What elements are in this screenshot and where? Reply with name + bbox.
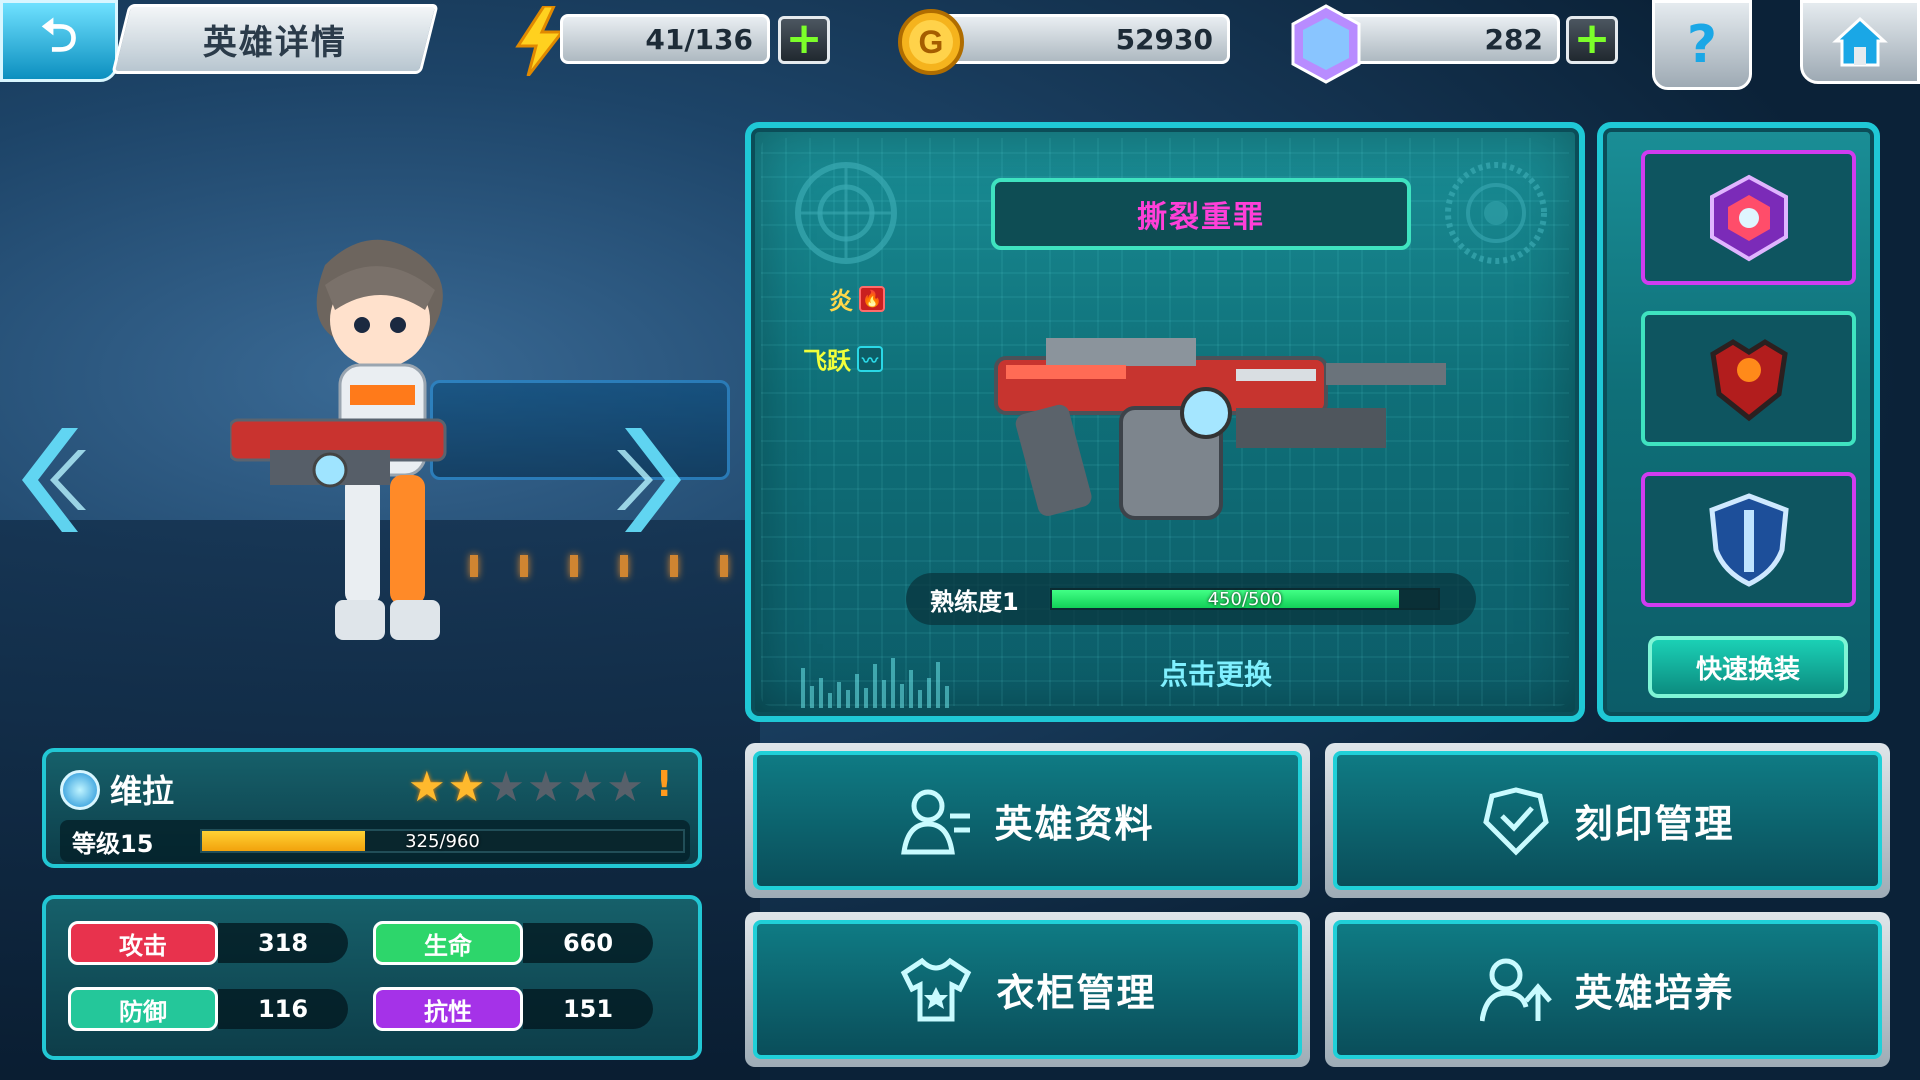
xp-track: 325/960: [200, 829, 685, 853]
stat-resist-label: 抗性: [373, 987, 523, 1031]
proficiency-bar: 熟练度1 450/500: [906, 573, 1476, 625]
element-fire-label: 炎: [829, 287, 853, 315]
star-upgrade-alert-icon[interactable]: !: [656, 764, 672, 805]
quick-equip-label: 快速换装: [1695, 654, 1800, 685]
stat-defense: 防御 116: [68, 987, 348, 1031]
equipment-slot-panel: 快速换装: [1597, 122, 1880, 722]
add-energy-button[interactable]: +: [778, 16, 830, 64]
proficiency-value: 450/500: [1207, 588, 1283, 610]
hero-level-row: 等级15 325/960: [60, 820, 690, 862]
crosshair-icon: [795, 162, 897, 264]
chevron-right-icon: [617, 428, 681, 532]
hero-character-sprite: [230, 239, 447, 640]
hero-info-panel: 维拉 ★ ★ ★ ★ ★ ★ ! 等级15 325/960: [42, 748, 702, 868]
equipment-slot-3[interactable]: [1641, 472, 1856, 607]
hero-class-badge-icon: [60, 770, 100, 810]
stat-defense-value: 116: [218, 989, 348, 1029]
back-arrow-icon: ⮌: [40, 8, 78, 62]
energy-counter: 41/136: [560, 14, 770, 64]
element-fire: 炎 🔥: [829, 281, 885, 316]
quick-equip-button[interactable]: 快速换装: [1648, 636, 1848, 698]
equipment-slot-1[interactable]: [1641, 150, 1856, 285]
add-gem-button[interactable]: +: [1566, 16, 1618, 64]
shield-icon: [1708, 492, 1789, 587]
chevron-left-icon: [22, 428, 86, 532]
star-filled-icon: ★: [447, 762, 486, 811]
svg-text:G: G: [919, 24, 944, 60]
star-empty-icon: ★: [487, 762, 525, 811]
top-bar: ⮌ 英雄详情 41/136 + 52930 G 282 + ?: [0, 0, 1920, 95]
imprint-management-button[interactable]: 刻印管理: [1325, 743, 1890, 898]
weapon-name-box: 撕裂重罪: [991, 178, 1411, 250]
heavy-gun-weapon-image: [994, 338, 1446, 520]
help-button[interactable]: ?: [1652, 0, 1752, 90]
hero-training-label: 英雄培养: [1574, 971, 1735, 1015]
plus-icon: +: [1573, 13, 1611, 64]
equipment-slot-2[interactable]: [1641, 311, 1856, 446]
wardrobe-management-button[interactable]: 衣柜管理: [745, 912, 1310, 1067]
stat-attack-label: 攻击: [68, 921, 218, 965]
star-empty-icon: ★: [526, 762, 565, 811]
prev-hero-arrow[interactable]: [18, 420, 88, 540]
stat-attack-value: 318: [218, 923, 348, 963]
weapon-name: 撕裂重罪: [1137, 200, 1265, 235]
page-title: 英雄详情: [203, 22, 347, 63]
hero-star-rating: ★ ★ ★ ★ ★ ★: [408, 764, 644, 810]
person-upgrade-icon: [1480, 958, 1553, 1021]
xp-value: 325/960: [405, 830, 480, 852]
element-leap-label: 飞跃: [803, 347, 851, 375]
plus-icon: +: [785, 13, 823, 64]
gem-value: 282: [1484, 22, 1543, 56]
gold-value: 52930: [1115, 22, 1213, 56]
armor-core-icon: [1709, 174, 1788, 261]
stat-resist-value: 151: [523, 989, 653, 1029]
weapon-panel: 撕裂重罪 炎 🔥 飞跃 〰 熟练度1 450/500 点击更换: [745, 122, 1585, 722]
stat-hp-value: 660: [523, 923, 653, 963]
proficiency-label: 熟练度1: [930, 587, 1019, 616]
person-profile-icon: [901, 789, 971, 854]
hero-name: 维拉: [110, 772, 175, 810]
next-hero-arrow[interactable]: [615, 420, 685, 540]
wing-icon: 〰: [857, 345, 883, 372]
home-button[interactable]: [1800, 0, 1920, 84]
question-mark-icon: ?: [1686, 15, 1718, 75]
crystal-gem-icon: [1288, 4, 1364, 84]
star-empty-icon: ★: [606, 762, 644, 811]
replace-weapon-label: 点击更换: [1159, 658, 1272, 691]
gold-coin-icon: G: [895, 6, 967, 78]
chest-armor-icon: [1709, 338, 1788, 421]
replace-weapon-link[interactable]: 点击更换: [1116, 648, 1316, 698]
energy-value: 41/136: [645, 22, 753, 56]
proficiency-track: 450/500: [1050, 588, 1440, 610]
stat-hp: 生命 660: [373, 921, 653, 965]
fire-icon: 🔥: [859, 285, 885, 312]
hero-level: 等级15: [72, 829, 154, 858]
star-empty-icon: ★: [566, 762, 605, 811]
stat-defense-label: 防御: [68, 987, 218, 1031]
stat-resist: 抗性 151: [373, 987, 653, 1031]
equalizer-decoration: [801, 648, 949, 708]
star-filled-icon: ★: [408, 762, 446, 811]
hero-training-button[interactable]: 英雄培养: [1325, 912, 1890, 1067]
gem-counter: 282: [1330, 14, 1560, 64]
back-button[interactable]: ⮌: [0, 0, 118, 82]
radar-icon: [1445, 162, 1547, 264]
stat-attack: 攻击 318: [68, 921, 348, 965]
gold-counter: 52930: [935, 14, 1230, 64]
title-tab: 英雄详情: [111, 4, 439, 74]
imprint-management-label: 刻印管理: [1574, 802, 1735, 846]
imprint-badge-icon: [1483, 786, 1550, 856]
hero-profile-label: 英雄资料: [994, 802, 1155, 846]
hero-profile-button[interactable]: 英雄资料: [745, 743, 1310, 898]
hero-stats-panel: 攻击 318 生命 660 防御 116 抗性 151: [42, 895, 702, 1060]
home-icon: [1832, 16, 1888, 67]
stat-hp-label: 生命: [373, 921, 523, 965]
element-leap: 飞跃 〰: [803, 341, 883, 376]
wardrobe-management-label: 衣柜管理: [996, 971, 1157, 1015]
shirt-icon: [901, 957, 972, 1021]
